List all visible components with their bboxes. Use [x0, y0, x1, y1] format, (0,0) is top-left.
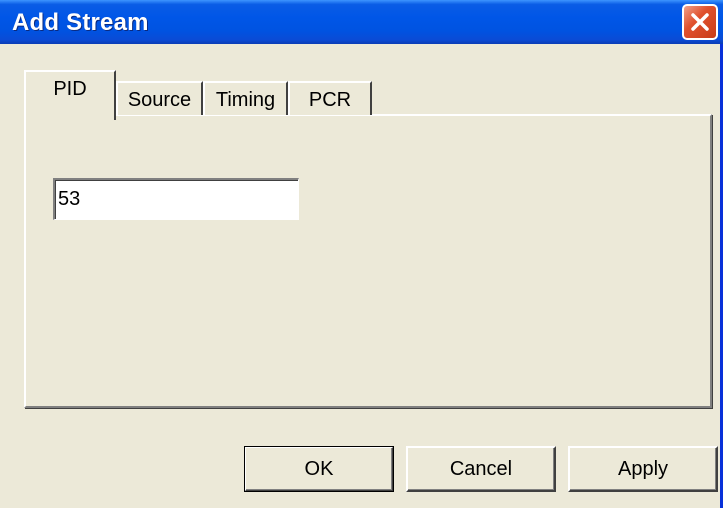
- tab-timing[interactable]: Timing: [203, 81, 288, 115]
- tab-source[interactable]: Source: [116, 81, 203, 115]
- close-button[interactable]: [682, 4, 718, 40]
- tab-label: PID: [53, 78, 87, 100]
- tab-pcr[interactable]: PCR: [288, 81, 372, 115]
- tab-panel-pid: [24, 114, 712, 408]
- tab-pid[interactable]: PID: [24, 70, 116, 120]
- apply-button[interactable]: Apply: [568, 446, 718, 492]
- title-bar[interactable]: Add Stream: [0, 0, 723, 44]
- ok-button[interactable]: OK: [244, 446, 394, 492]
- tab-label: Timing: [215, 89, 276, 111]
- pid-input[interactable]: [53, 178, 299, 220]
- dialog-window: Add Stream PID Source Timing PCR OK Canc…: [0, 0, 723, 508]
- tab-label: Source: [127, 89, 192, 111]
- window-title: Add Stream: [12, 9, 149, 36]
- close-icon: [691, 13, 709, 31]
- tab-label: PCR: [308, 89, 352, 111]
- cancel-button[interactable]: Cancel: [406, 446, 556, 492]
